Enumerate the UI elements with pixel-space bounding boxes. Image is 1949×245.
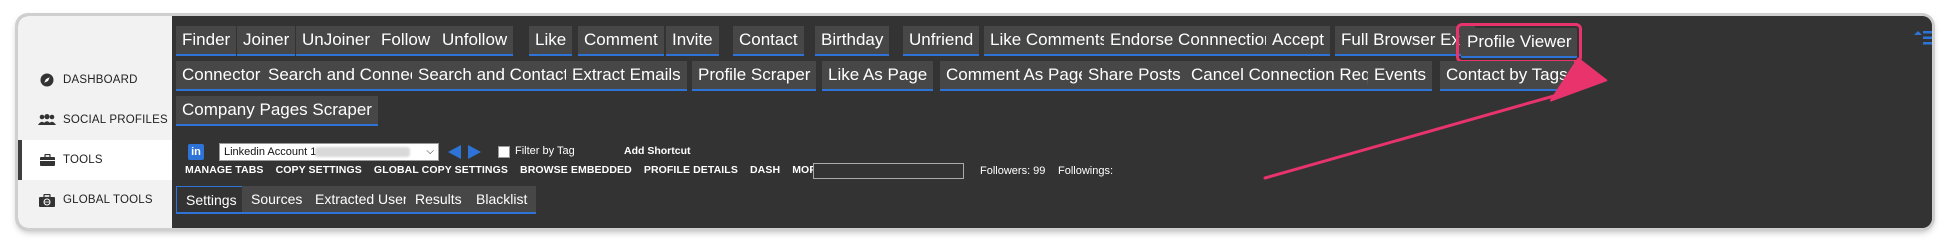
annotation-arrow [1263, 57, 1608, 180]
